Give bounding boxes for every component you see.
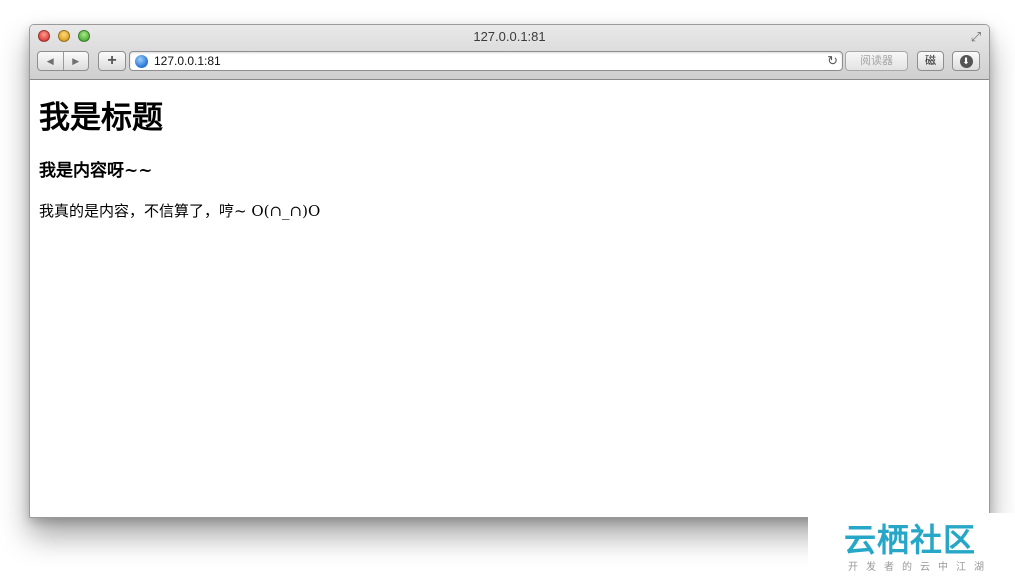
extension-button[interactable]: 磁 [917,51,944,71]
forward-arrow-icon: ▶ [72,55,80,66]
add-bookmark-button[interactable]: + [98,51,126,71]
forward-button[interactable]: ▶ [62,52,89,70]
browser-toolbar: ◀ ▶ + 127.0.0.1:81 ↻ 阅读器 磁 ⬇ [30,49,989,75]
back-button[interactable]: ◀ [38,52,63,70]
url-field[interactable]: 127.0.0.1:81 [154,54,221,68]
plus-icon: + [107,52,117,69]
window-title: 127.0.0.1:81 [473,29,546,44]
page-paragraph: 我真的是内容，不信算了，哼~ O(∩_∩)O [39,202,321,220]
history-nav: ◀ ▶ [37,51,89,71]
watermark-main-text: 云栖社区 [844,521,977,559]
fullscreen-icon[interactable]: ⤢ [969,30,983,44]
download-icon: ⬇ [959,54,973,68]
reader-button[interactable]: 阅读器 [845,51,908,71]
page-subheading: 我是内容呀~~ [39,161,153,181]
downloads-button[interactable]: ⬇ [952,51,980,71]
reload-icon[interactable]: ↻ [827,53,838,69]
title-bar: 127.0.0.1:81 ⤢ ◀ ▶ + 127.0.0.1:81 ↻ 阅读器 … [30,25,989,80]
back-arrow-icon: ◀ [46,55,54,66]
address-bar[interactable]: 127.0.0.1:81 ↻ [129,51,843,71]
page-heading: 我是标题 [39,100,163,136]
watermark-logo: 云栖社区 开发者的云中江湖 [808,513,1015,578]
browser-window: 127.0.0.1:81 ⤢ ◀ ▶ + 127.0.0.1:81 ↻ 阅读器 … [29,24,990,518]
watermark-sub-text: 开发者的云中江湖 [848,562,992,573]
page-content: 我是标题 我是内容呀~~ 我真的是内容，不信算了，哼~ O(∩_∩)O [30,80,989,517]
globe-icon [135,55,148,68]
